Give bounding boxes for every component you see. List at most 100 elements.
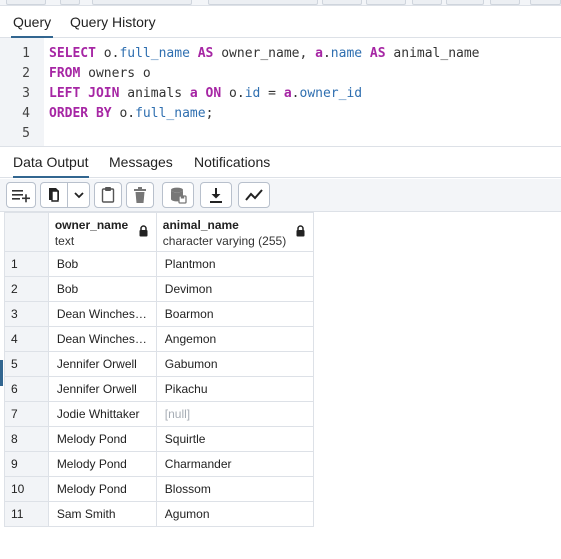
graph-icon [245,189,263,201]
column-type: character varying (255) [162,234,287,248]
code-token: owner_id [299,86,363,101]
code-line[interactable]: 2 FROM owners o [0,64,561,84]
code-token: id [244,86,261,101]
row-number[interactable]: 6 [4,376,49,402]
cell-animal-name[interactable]: Boarmon [155,301,315,327]
code-token: . [291,86,300,101]
row-number[interactable]: 7 [4,401,49,427]
sql-editor[interactable]: 1 SELECT o.full_name AS owner_name, a.nam… [0,38,561,146]
delete-button[interactable] [126,182,154,208]
table-row[interactable]: 4 Dean Winchester Angemon [4,326,315,352]
code-token: a [315,46,323,61]
code-token: FROM [49,66,81,81]
code-line[interactable]: 3 LEFT JOIN animals a ON o.id = a.owner_i… [0,84,561,104]
cell-owner-name[interactable]: Melody Pond [47,426,157,452]
table-row[interactable]: 9 Melody Pond Charmander [4,451,315,477]
table-row[interactable]: 1 Bob Plantmon [4,251,315,277]
paste-button[interactable] [94,182,122,208]
cell-owner-name[interactable]: Bob [47,251,157,277]
cell-animal-name[interactable]: Blossom [155,476,315,502]
code-text: LEFT JOIN animals a ON o.id = a.owner_id [49,84,362,104]
code-token: animals [119,86,190,101]
cell-owner-name[interactable]: Melody Pond [47,451,157,477]
column-type: text [54,234,75,248]
row-number[interactable]: 4 [4,326,49,352]
line-number: 5 [22,126,30,141]
code-token: ON [197,86,222,101]
tab-messages[interactable]: Messages [109,148,173,178]
row-number[interactable]: 8 [4,426,49,452]
cell-owner-name[interactable]: Melody Pond [47,476,157,502]
column-header-owner-name[interactable]: owner_name text [47,212,157,252]
column-header-animal-name[interactable]: animal_name character varying (255) [155,212,315,252]
line-number: 3 [22,86,30,101]
top-strip-segment [446,0,484,5]
save-data-button[interactable] [162,182,194,208]
cell-owner-name[interactable]: Jennifer Orwell [47,376,157,402]
table-row[interactable]: 6 Jennifer Orwell Pikachu [4,376,315,402]
code-token: full_name [119,46,190,61]
tab-query[interactable]: Query [11,6,54,38]
download-button[interactable] [200,182,232,208]
cell-animal-name[interactable]: [null] [155,401,315,427]
row-number[interactable]: 9 [4,451,49,477]
tab-notifications[interactable]: Notifications [194,148,270,178]
cell-owner-name[interactable]: Bob [47,276,157,302]
tab-data-output[interactable]: Data Output [13,148,89,178]
cell-owner-name[interactable]: Jennifer Orwell [47,351,157,377]
code-token: = [260,86,284,101]
table-row[interactable]: 8 Melody Pond Squirtle [4,426,315,452]
cell-owner-name[interactable]: Sam Smith [47,501,157,527]
row-number[interactable]: 3 [4,301,49,327]
copy-options-dropdown[interactable] [68,182,90,208]
cell-animal-name[interactable]: Angemon [155,326,315,352]
add-row-button[interactable] [6,182,36,208]
top-strip-segment [412,0,442,5]
cell-owner-name[interactable]: Dean Winchester [47,326,157,352]
table-row[interactable]: 7 Jodie Whittaker [null] [4,401,315,427]
code-text: ORDER BY o.full_name; [49,104,213,124]
panel-resize-handle[interactable] [0,360,3,386]
code-token: a [283,86,292,101]
code-token: o. [95,46,120,61]
row-number[interactable]: 2 [4,276,49,302]
row-number[interactable]: 10 [4,476,49,502]
table-row[interactable]: 10 Melody Pond Blossom [4,476,315,502]
row-number[interactable]: 11 [4,501,49,527]
table-row[interactable]: 11 Sam Smith Agumon [4,501,315,527]
output-tabs: Data Output Messages Notifications [0,148,561,178]
chevron-down-icon [73,192,84,199]
code-line[interactable]: 1 SELECT o.full_name AS owner_name, a.nam… [0,44,561,64]
save-data-icon [171,187,187,204]
row-number[interactable]: 1 [4,251,49,277]
graph-visualiser-button[interactable] [238,182,270,208]
table-row[interactable]: 3 Dean Winchester Boarmon [4,301,315,327]
code-token: a [189,86,198,101]
code-line[interactable]: 4 ORDER BY o.full_name; [0,104,561,124]
top-strip-segment [322,0,362,5]
cell-owner-name[interactable]: Jodie Whittaker [47,401,157,427]
query-tabs: Query Query History [0,6,561,38]
download-icon [210,188,222,203]
cell-animal-name[interactable]: Plantmon [155,251,315,277]
row-number[interactable]: 5 [4,351,49,377]
cell-animal-name[interactable]: Pikachu [155,376,315,402]
cell-owner-name[interactable]: Dean Winchester [47,301,157,327]
cell-animal-name[interactable]: Squirtle [155,426,315,452]
row-number-header[interactable] [4,212,49,252]
line-number: 2 [22,66,30,81]
line-number: 1 [22,46,30,61]
code-token: AS [362,46,386,61]
cell-animal-name[interactable]: Devimon [155,276,315,302]
delete-icon [134,187,146,203]
cell-animal-name[interactable]: Gabumon [155,351,315,377]
code-token: name [330,46,363,61]
table-row[interactable]: 2 Bob Devimon [4,276,315,302]
cell-animal-name[interactable]: Charmander [155,451,315,477]
copy-button[interactable] [40,182,68,208]
top-strip-segment [6,0,46,5]
tab-query-history[interactable]: Query History [68,6,158,38]
table-row[interactable]: 5 Jennifer Orwell Gabumon [4,351,315,377]
cell-animal-name[interactable]: Agumon [155,501,315,527]
code-line[interactable]: 5 [0,124,561,144]
